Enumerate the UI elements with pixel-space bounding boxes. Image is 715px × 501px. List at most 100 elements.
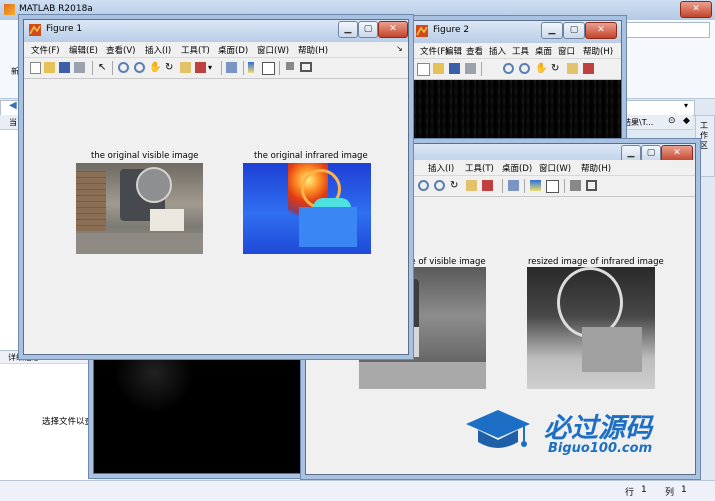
ribbon-label-new: 新 <box>11 67 19 76</box>
figure1-minimize-button[interactable]: ▁ <box>338 21 358 38</box>
figure2-menu-edit[interactable]: 编辑 <box>445 45 462 57</box>
resized-infrared-image <box>527 267 655 389</box>
open-file-icon[interactable] <box>44 62 55 73</box>
pan-icon[interactable]: ✋ <box>535 63 547 74</box>
matlab-titlebar: MATLAB R2018a ✕ <box>0 0 715 20</box>
save-icon[interactable] <box>59 62 70 73</box>
show-tools-icon[interactable] <box>586 180 597 191</box>
brush-icon[interactable] <box>195 62 206 73</box>
legend-icon[interactable] <box>546 180 559 193</box>
figure1-menu-desktop[interactable]: 桌面(D) <box>218 44 248 56</box>
hide-tools-icon[interactable] <box>286 62 294 70</box>
figure3-menu-insert[interactable]: 插入(I) <box>428 162 454 174</box>
data-cursor-icon[interactable] <box>567 63 578 74</box>
watermark: 必过源码 Biguo100.com <box>462 403 692 463</box>
zoom-out-icon[interactable] <box>434 180 445 191</box>
zoom-out-icon[interactable] <box>519 63 530 74</box>
figure2-menu-help[interactable]: 帮助(H) <box>583 45 613 57</box>
print-icon[interactable] <box>74 62 85 73</box>
toolbar-separator <box>502 179 503 193</box>
brick-wall <box>76 171 106 231</box>
figure1-menu-view[interactable]: 查看(V) <box>106 44 135 56</box>
rotate-icon[interactable]: ↻ <box>165 62 176 73</box>
colorbar-icon[interactable] <box>530 180 541 191</box>
link-plot-icon[interactable] <box>508 180 519 191</box>
matlab-close-button[interactable]: ✕ <box>680 1 712 18</box>
toolbar-separator <box>481 62 482 76</box>
infrared-block <box>299 207 357 247</box>
machine-floor <box>76 233 203 254</box>
back-arrow-icon[interactable]: ◀ <box>9 100 17 111</box>
address-dropdown-icon[interactable]: ▾ <box>684 101 688 110</box>
brush-icon[interactable] <box>482 180 493 191</box>
figure2-menu-window[interactable]: 窗口 <box>558 45 575 57</box>
zoom-in-icon[interactable] <box>503 63 514 74</box>
figure1-menu-file[interactable]: 文件(F) <box>31 44 60 56</box>
open-file-icon[interactable] <box>433 63 444 74</box>
toolbar-separator <box>221 61 222 75</box>
colorbar-icon[interactable] <box>248 62 254 73</box>
new-figure-icon[interactable] <box>417 63 430 76</box>
rotate-icon[interactable]: ↻ <box>551 63 562 74</box>
figure1-close-button[interactable]: ✕ <box>378 21 408 38</box>
panel-expand-icon[interactable]: ◆ <box>683 116 690 126</box>
figure3-menu-window[interactable]: 窗口(W) <box>539 162 571 174</box>
brush-dropdown-icon[interactable]: ▾ <box>208 62 219 73</box>
select-arrow-icon[interactable]: ↖ <box>98 62 109 73</box>
pan-icon[interactable]: ✋ <box>149 62 161 73</box>
data-cursor-icon[interactable] <box>466 180 477 191</box>
toolbar-separator <box>524 179 525 193</box>
figure1-menu-tools[interactable]: 工具(T) <box>181 44 210 56</box>
figure2-menu-tools[interactable]: 工具 <box>512 45 529 57</box>
zoom-out-icon[interactable] <box>134 62 145 73</box>
figure2-minimize-button[interactable]: ▁ <box>541 22 563 39</box>
zoom-in-icon[interactable] <box>118 62 129 73</box>
figure1-menubar: 文件(F) 编辑(E) 查看(V) 插入(I) 工具(T) 桌面(D) 窗口(W… <box>24 42 408 58</box>
link-plot-icon[interactable] <box>226 62 237 73</box>
figure3-caption-visible: ge of visible image <box>405 257 486 267</box>
figure1-titlebar: Figure 1 ▁ ▢ ✕ <box>24 20 408 43</box>
panel-menu-icon[interactable]: ⊙ <box>668 116 676 126</box>
search-box[interactable] <box>610 22 710 38</box>
hide-tools-icon[interactable] <box>570 180 581 191</box>
save-icon[interactable] <box>449 63 460 74</box>
figure2-menu-desktop[interactable]: 桌面 <box>535 45 552 57</box>
figure3-menu-tools[interactable]: 工具(T) <box>465 162 494 174</box>
figure1-maximize-button[interactable]: ▢ <box>358 21 378 38</box>
rotate-icon[interactable]: ↻ <box>450 180 461 191</box>
status-row-value: 1 <box>641 485 647 495</box>
figure1-menu-insert[interactable]: 插入(I) <box>145 44 171 56</box>
print-icon[interactable] <box>465 63 476 74</box>
zoom-in-icon[interactable] <box>418 180 429 191</box>
figure1-toolbar: ↖ ✋ ↻ ▾ <box>24 58 408 79</box>
status-col-value: 1 <box>681 485 687 495</box>
toolbar-separator <box>112 61 113 75</box>
figure2-close-button[interactable]: ✕ <box>585 22 617 39</box>
status-col-label: 列 <box>665 488 675 498</box>
figure2-maximize-button[interactable]: ▢ <box>563 22 585 39</box>
data-cursor-icon[interactable] <box>180 62 191 73</box>
toolbar-separator <box>92 61 93 75</box>
graduation-cap-icon <box>466 410 530 448</box>
figure1-menu-help[interactable]: 帮助(H) <box>298 44 328 56</box>
figure1-plot-area: the original visible image the original … <box>24 79 408 354</box>
current-folder-label: 当 <box>9 118 17 127</box>
workspace-side-tab[interactable]: 工作区 <box>695 115 715 177</box>
machine-base <box>359 362 486 389</box>
show-tools-icon[interactable] <box>300 62 312 72</box>
figure1-menu-window[interactable]: 窗口(W) <box>257 44 289 56</box>
figure-app-icon <box>29 24 41 36</box>
brush-icon[interactable] <box>583 63 594 74</box>
menubar-dock-icon[interactable]: ↘ <box>396 44 403 53</box>
figure3-menu-desktop[interactable]: 桌面(D) <box>502 162 532 174</box>
dark-figure-content <box>94 353 302 473</box>
figure2-menu-view[interactable]: 查看 <box>466 45 483 57</box>
figure1-window: Figure 1 ▁ ▢ ✕ 文件(F) 编辑(E) 查看(V) 插入(I) 工… <box>23 19 409 355</box>
legend-icon[interactable] <box>262 62 275 75</box>
figure3-menu-help[interactable]: 帮助(H) <box>581 162 611 174</box>
status-bar: 行 1 列 1 <box>0 480 715 501</box>
new-figure-icon[interactable] <box>30 62 41 74</box>
watermark-text: 必过源码 <box>544 413 652 444</box>
figure1-menu-edit[interactable]: 编辑(E) <box>69 44 98 56</box>
figure2-menu-insert[interactable]: 插入 <box>489 45 506 57</box>
